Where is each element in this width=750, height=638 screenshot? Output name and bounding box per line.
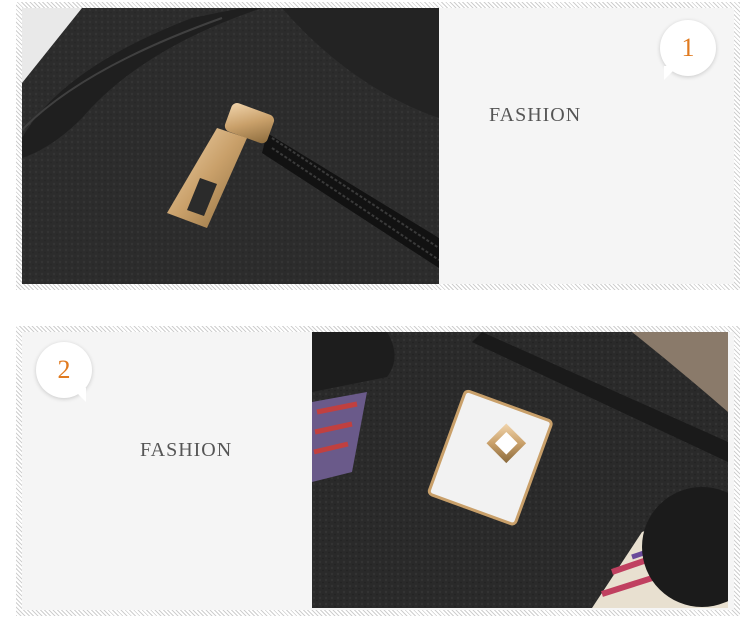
section-1-number: 1 — [681, 33, 695, 62]
section-1-caption: FASHION — [489, 104, 582, 126]
clasp-detail-photo — [312, 332, 728, 608]
zipper-detail-photo — [22, 8, 439, 284]
speech-bubble-icon — [664, 66, 678, 80]
speech-bubble-icon — [72, 388, 86, 402]
section-2-number: 2 — [57, 355, 71, 384]
section-2-caption: FASHION — [140, 439, 233, 461]
